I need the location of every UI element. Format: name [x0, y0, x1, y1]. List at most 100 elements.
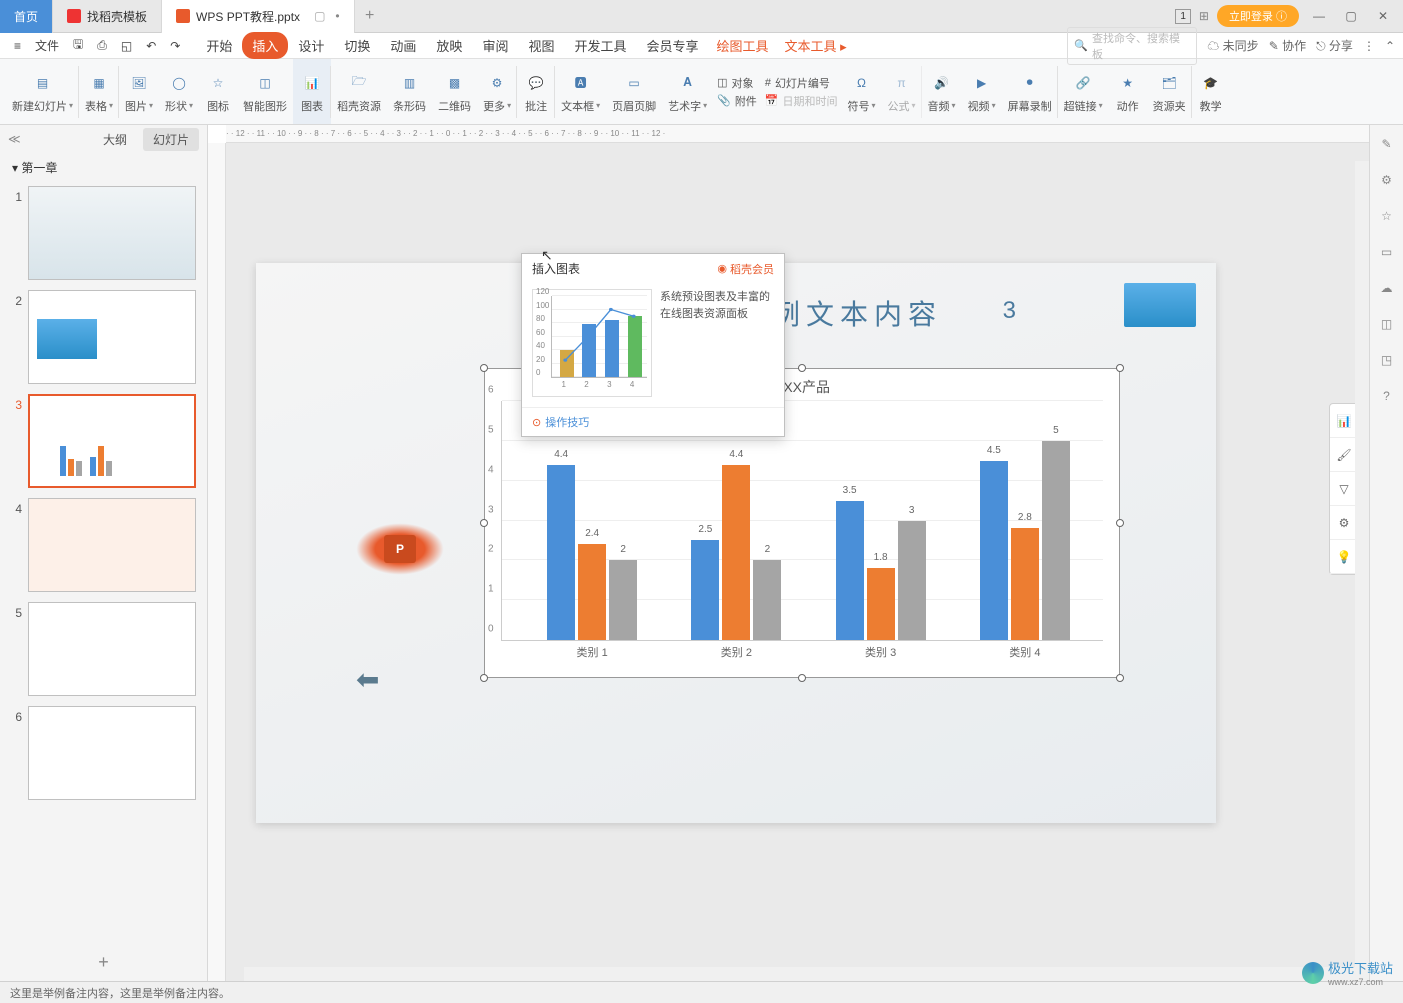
scrollbar-vertical[interactable] — [1355, 161, 1369, 981]
rail-screen-icon[interactable]: ▭ — [1376, 241, 1398, 263]
file-menu[interactable]: 文件 — [29, 34, 65, 57]
rail-settings-icon[interactable]: ⚙ — [1376, 169, 1398, 191]
tab-animation[interactable]: 动画 — [380, 32, 426, 59]
btn-equation[interactable]: π公式▾ — [882, 59, 922, 124]
rail-bookmark-icon[interactable]: ◫ — [1376, 313, 1398, 335]
btn-slide-number[interactable]: # 幻灯片编号 — [765, 75, 838, 91]
menu-hamburger-icon[interactable]: ≡ — [8, 36, 27, 56]
btn-image[interactable]: 🖼图片▾ — [119, 59, 159, 124]
btn-docer-resource[interactable]: 🗁稻壳资源 — [331, 59, 387, 124]
rail-cloud-icon[interactable]: ☁ — [1376, 277, 1398, 299]
menu-bar: ≡ 文件 🖫 ⎙ ◱ ↶ ↷ 开始 插入 设计 切换 动画 放映 审阅 视图 开… — [0, 33, 1403, 59]
add-slide-button[interactable]: + — [0, 944, 207, 981]
btn-smartart[interactable]: ◫智能图形 — [237, 59, 293, 124]
btn-comment[interactable]: 💬批注 — [517, 59, 555, 124]
chart-settings-icon[interactable]: ⚙ — [1330, 506, 1358, 540]
chapter-heading[interactable]: ▾ 第一章 — [0, 153, 207, 182]
play-circle-icon: ⊙ — [532, 416, 541, 429]
tab-transition[interactable]: 切换 — [334, 32, 380, 59]
tab-document[interactable]: WPS PPT教程.pptx ▢ • — [162, 0, 355, 33]
slide-thumb-1[interactable] — [28, 186, 196, 280]
layout-icon[interactable]: 1 — [1175, 9, 1191, 24]
tab-templates[interactable]: 找稻壳模板 — [53, 0, 162, 33]
btn-barcode[interactable]: ▥条形码 — [387, 59, 432, 124]
rail-design-icon[interactable]: ✎ — [1376, 133, 1398, 155]
tab-developer[interactable]: 开发工具 — [564, 32, 636, 59]
btn-icons[interactable]: ☆图标 — [199, 59, 237, 124]
btn-new-slide[interactable]: ▤新建幻灯片▾ — [6, 59, 79, 124]
btn-datetime[interactable]: 📅 日期和时间 — [765, 93, 838, 109]
btn-action[interactable]: ★动作 — [1109, 59, 1147, 124]
minimize-button[interactable]: — — [1307, 4, 1331, 28]
btn-attachment[interactable]: 📎 附件 — [717, 93, 757, 109]
more-icon[interactable]: ⋮ — [1363, 39, 1375, 53]
tab-vip[interactable]: 会员专享 — [636, 32, 708, 59]
btn-hyperlink[interactable]: 🔗超链接▾ — [1058, 59, 1109, 124]
rail-help-icon[interactable]: ? — [1376, 385, 1398, 407]
btn-wordart[interactable]: 𝐀艺术字▾ — [662, 59, 713, 124]
coop-button[interactable]: ✎ 协作 — [1269, 37, 1306, 54]
chart-idea-icon[interactable]: 💡 — [1330, 540, 1358, 574]
tab-drawing-tools[interactable]: 绘图工具 — [709, 32, 777, 59]
rail-favorite-icon[interactable]: ☆ — [1376, 205, 1398, 227]
slide-thumb-6[interactable] — [28, 706, 196, 800]
btn-more[interactable]: ⚙更多▾ — [477, 59, 517, 124]
ruler-horizontal: · · 12 · · 11 · · 10 · · 9 · · 8 · · 7 ·… — [226, 125, 1369, 143]
print-icon[interactable]: ⎙ — [91, 35, 113, 56]
tooltip-tips-link[interactable]: ⊙ 操作技巧 — [522, 407, 784, 436]
tab-menu-icon[interactable]: ▢ — [314, 9, 325, 23]
tab-slides[interactable]: 幻灯片 — [143, 128, 199, 151]
tab-close-icon[interactable]: • — [335, 9, 339, 23]
undo-icon[interactable]: ↶ — [140, 36, 162, 56]
scrollbar-horizontal[interactable] — [244, 967, 1355, 981]
slide-image[interactable] — [1124, 283, 1196, 327]
btn-table[interactable]: ▦表格▾ — [79, 59, 119, 124]
tab-slideshow[interactable]: 放映 — [426, 32, 472, 59]
save-icon[interactable]: 🖫 — [67, 32, 89, 59]
btn-screen-record[interactable]: ⏺屏幕录制 — [1002, 59, 1058, 124]
tooltip-description: 系统预设图表及丰富的在线图表资源面板 — [660, 289, 774, 397]
tab-view[interactable]: 视图 — [518, 32, 564, 59]
btn-chart[interactable]: 📊图表 — [293, 59, 331, 124]
tab-text-tools[interactable]: 文本工具 ▸ — [777, 32, 855, 59]
new-tab-button[interactable]: + — [355, 7, 385, 25]
slide-thumb-4[interactable] — [28, 498, 196, 592]
tab-outline[interactable]: 大纲 — [93, 128, 137, 151]
slide-thumb-3[interactable] — [28, 394, 196, 488]
chart-styles-icon[interactable]: 🖌 — [1330, 438, 1358, 472]
collapse-panel-icon[interactable]: ≪ — [8, 132, 21, 146]
tab-start[interactable]: 开始 — [196, 32, 242, 59]
redo-icon[interactable]: ↷ — [164, 36, 186, 56]
btn-header-footer[interactable]: ▭页眉页脚 — [606, 59, 662, 124]
close-button[interactable]: ✕ — [1371, 4, 1395, 28]
btn-symbol[interactable]: Ω符号▾ — [842, 59, 882, 124]
slide-thumb-5[interactable] — [28, 602, 196, 696]
btn-object[interactable]: ◫ 对象 — [717, 75, 757, 91]
chart-plot-area[interactable]: 01234564.42.42类别 12.54.42类别 23.51.83类别 3… — [501, 401, 1103, 641]
btn-audio[interactable]: 🔊音频▾ — [922, 59, 962, 124]
collapse-ribbon-icon[interactable]: ⌃ — [1385, 39, 1395, 53]
btn-video[interactable]: ▶视频▾ — [962, 59, 1002, 124]
chart-filter-icon[interactable]: ▽ — [1330, 472, 1358, 506]
login-button[interactable]: 立即登录 ⓘ — [1217, 5, 1299, 27]
rail-cube-icon[interactable]: ◳ — [1376, 349, 1398, 371]
maximize-button[interactable]: ▢ — [1339, 4, 1363, 28]
arrow-left-icon[interactable]: ⬅ — [356, 663, 379, 696]
btn-qrcode[interactable]: ▩二维码 — [432, 59, 477, 124]
tab-review[interactable]: 审阅 — [472, 32, 518, 59]
btn-teach[interactable]: 🎓教学 — [1192, 59, 1230, 124]
apps-icon[interactable]: ⊞ — [1199, 9, 1209, 23]
symbol-icon: Ω — [849, 70, 875, 96]
tab-home[interactable]: 首页 — [0, 0, 53, 33]
sync-status[interactable]: ☁ 未同步 — [1207, 37, 1258, 54]
share-button[interactable]: ⎋ 分享 — [1316, 37, 1353, 54]
tab-design[interactable]: 设计 — [288, 32, 334, 59]
btn-shapes[interactable]: ◯形状▾ — [159, 59, 199, 124]
preview-icon[interactable]: ◱ — [115, 36, 138, 56]
slide-thumb-2[interactable] — [28, 290, 196, 384]
btn-textbox[interactable]: 🅰文本框▾ — [555, 59, 606, 124]
btn-asset-panel[interactable]: 🗂资源夹 — [1147, 59, 1192, 124]
notes-text[interactable]: 这里是举例备注内容，这里是举例备注内容。 — [10, 985, 230, 1001]
chart-elements-icon[interactable]: 📊 — [1330, 404, 1358, 438]
tab-insert[interactable]: 插入 — [242, 32, 288, 59]
